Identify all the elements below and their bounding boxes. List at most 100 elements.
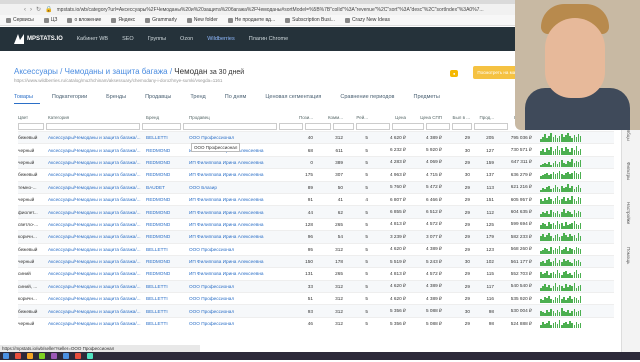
app-icon[interactable] (63, 353, 69, 359)
col-header[interactable]: Цена СПП (408, 115, 444, 120)
tab-brands[interactable]: Бренды (106, 94, 133, 104)
app-icon[interactable] (51, 353, 57, 359)
side-filters-tab[interactable]: Фильтры (626, 162, 631, 180)
breadcrumb-item[interactable]: Чемоданы и защита багажа (65, 67, 168, 76)
filter-input[interactable] (474, 123, 508, 130)
cell-brand[interactable]: REDMOND (146, 148, 189, 153)
table-row[interactable]: черный Аксессуары/Чемоданы и защита багаж… (18, 254, 614, 268)
cell-brand[interactable]: REDMOND (146, 259, 189, 264)
table-row[interactable]: коричн... Аксессуары/Чемоданы и защита ба… (18, 230, 614, 243)
filter-input[interactable] (18, 123, 44, 130)
bookmark[interactable]: Subscription Busi... (285, 17, 335, 23)
col-header[interactable]: Категория (48, 115, 146, 120)
col-header[interactable]: Комм... (315, 115, 345, 120)
table-row[interactable]: черный Аксессуары/Чемоданы и защита багаж… (18, 316, 614, 329)
cell-cat[interactable]: Аксессуары/Чемоданы и защита багажа/... (48, 135, 146, 140)
app-icon[interactable] (27, 353, 33, 359)
cell-brand[interactable]: REDMOND (146, 271, 189, 276)
cell-cat[interactable]: Аксессуары/Чемоданы и защита багажа/... (48, 185, 146, 190)
col-header[interactable]: Продавец (189, 115, 287, 120)
cell-seller[interactable]: ИП Филиппова Ирина Алексеевна (189, 234, 287, 239)
table-row[interactable]: бежевый Аксессуары/Чемоданы и защита бага… (18, 242, 614, 255)
cell-brand[interactable]: BELLETTI (146, 135, 189, 140)
cell-brand[interactable]: BELLETTI (146, 247, 189, 252)
back-icon[interactable]: ‹ (24, 7, 26, 13)
filter-input[interactable] (142, 123, 181, 130)
cell-seller[interactable]: ООО Профессионал (189, 247, 287, 252)
col-header[interactable]: Прод... (472, 115, 496, 120)
tab-period-comparison[interactable]: Сравнение периодов (340, 94, 401, 104)
cell-seller[interactable]: ИП Филиппова Ирина Алексеевна (189, 222, 287, 227)
cell-cat[interactable]: Аксессуары/Чемоданы и защита багажа/... (48, 296, 146, 301)
tab-subcategories[interactable]: Подкатегории (52, 94, 94, 104)
side-help-tab[interactable]: Помощь (626, 247, 631, 264)
tab-trend[interactable]: Тренд (190, 94, 212, 104)
table-row[interactable]: темно-... Аксессуары/Чемоданы и защита ба… (18, 180, 614, 193)
filter-input[interactable] (392, 123, 424, 130)
bookmark[interactable]: New folder (186, 17, 218, 23)
tab-products[interactable]: Товары (14, 94, 40, 104)
cell-seller[interactable]: ООО Профессионал (189, 135, 287, 140)
cell-brand[interactable]: BELLETTI (146, 321, 189, 326)
table-row[interactable]: светло-... Аксессуары/Чемоданы и защита б… (18, 217, 614, 230)
cell-cat[interactable]: Аксессуары/Чемоданы и защита багажа/... (48, 247, 146, 252)
cell-seller[interactable]: ИП Филиппова Ирина Алексеевна (189, 197, 287, 202)
filter-input[interactable] (356, 123, 390, 130)
cell-seller[interactable]: ООО Блазир (189, 185, 287, 190)
cell-brand[interactable]: REDMOND (146, 234, 189, 239)
table-row[interactable]: черный Аксессуары/Чемоданы и защита багаж… (18, 155, 614, 169)
table-row[interactable]: фиолет... Аксессуары/Чемоданы и защита ба… (18, 205, 614, 218)
col-header[interactable]: Был в ... (444, 115, 472, 120)
cell-seller[interactable]: ООО Профессионал (189, 309, 287, 314)
cell-brand[interactable]: REDMOND (146, 160, 189, 165)
col-header[interactable]: Пози... (287, 115, 315, 120)
filter-input[interactable] (279, 123, 303, 130)
tab-sellers[interactable]: Продавцы (145, 94, 178, 104)
cell-cat[interactable]: Аксессуары/Чемоданы и защита багажа/... (48, 321, 146, 326)
cell-seller[interactable]: ООО Профессионал (189, 296, 287, 301)
cell-seller[interactable]: ИП Филиппова Ирина Алексеевна (189, 259, 287, 264)
table-row[interactable]: бежевый Аксессуары/Чемоданы и защита бага… (18, 131, 614, 144)
filter-input[interactable] (183, 123, 277, 130)
cell-seller[interactable]: ИП Филиппова Ирина Алексеевна (189, 210, 287, 215)
filter-input[interactable] (46, 123, 140, 130)
cell-brand[interactable]: REDMOND (146, 172, 189, 177)
cell-cat[interactable]: Аксессуары/Чемоданы и защита багажа/... (48, 148, 146, 153)
category-url[interactable]: https://www.wildberries.ru/catalog/muzhc… (14, 78, 222, 83)
cell-brand[interactable]: BELLETTI (146, 284, 189, 289)
reload-icon[interactable]: ↻ (36, 6, 41, 13)
bookmark[interactable]: ЦЗ (43, 17, 57, 23)
cell-brand[interactable]: BELLETTI (146, 296, 189, 301)
cell-cat[interactable]: Аксессуары/Чемоданы и защита багажа/... (48, 259, 146, 264)
filter-input[interactable] (305, 123, 331, 130)
app-icon[interactable] (75, 353, 81, 359)
cell-seller[interactable]: ООО Профессионал (189, 321, 287, 326)
cell-cat[interactable]: Аксессуары/Чемоданы и защита багажа/... (48, 172, 146, 177)
cell-seller[interactable]: ООО Профессионал (189, 284, 287, 289)
cell-cat[interactable]: Аксессуары/Чемоданы и защита багажа/... (48, 234, 146, 239)
filter-input[interactable] (426, 123, 450, 130)
cell-seller[interactable]: ИП Филиппова Ирина Алексеевна (189, 172, 287, 177)
cell-cat[interactable]: Аксессуары/Чемоданы и защита багажа/... (48, 284, 146, 289)
app-icon[interactable] (15, 353, 21, 359)
app-icon[interactable] (3, 353, 9, 359)
table-row[interactable]: бежевый Аксессуары/Чемоданы и защита бага… (18, 168, 614, 180)
side-settings-tab[interactable]: Настройки (626, 202, 631, 224)
nav-item-groups[interactable]: Группы (148, 36, 166, 42)
table-row[interactable]: синий, ... Аксессуары/Чемоданы и защита б… (18, 279, 614, 293)
tab-price-segmentation[interactable]: Ценовая сегментация (265, 94, 328, 104)
cell-seller[interactable]: ИП Филиппова Ирина Алексеевна (189, 160, 287, 165)
forward-icon[interactable]: › (30, 7, 32, 13)
nav-item-cabinet[interactable]: Кабинет WB (77, 36, 108, 42)
nav-item-chrome-plugin[interactable]: Плагин Chrome (249, 36, 288, 42)
cell-brand[interactable]: BAUDET (146, 185, 189, 190)
bookmark[interactable]: Не продаете вд... (227, 17, 275, 23)
table-row[interactable]: черный Аксессуары/Чемоданы и защита багаж… (18, 192, 614, 205)
cell-cat[interactable]: Аксессуары/Чемоданы и защита багажа/... (48, 271, 146, 276)
nav-item-seo[interactable]: SEO (122, 36, 134, 42)
cell-brand[interactable]: REDMOND (146, 210, 189, 215)
cell-cat[interactable]: Аксессуары/Чемоданы и защита багажа/... (48, 210, 146, 215)
col-header[interactable]: Цвет (18, 115, 48, 120)
app-icon[interactable] (87, 353, 93, 359)
bookmark[interactable]: о вложение (67, 17, 101, 23)
